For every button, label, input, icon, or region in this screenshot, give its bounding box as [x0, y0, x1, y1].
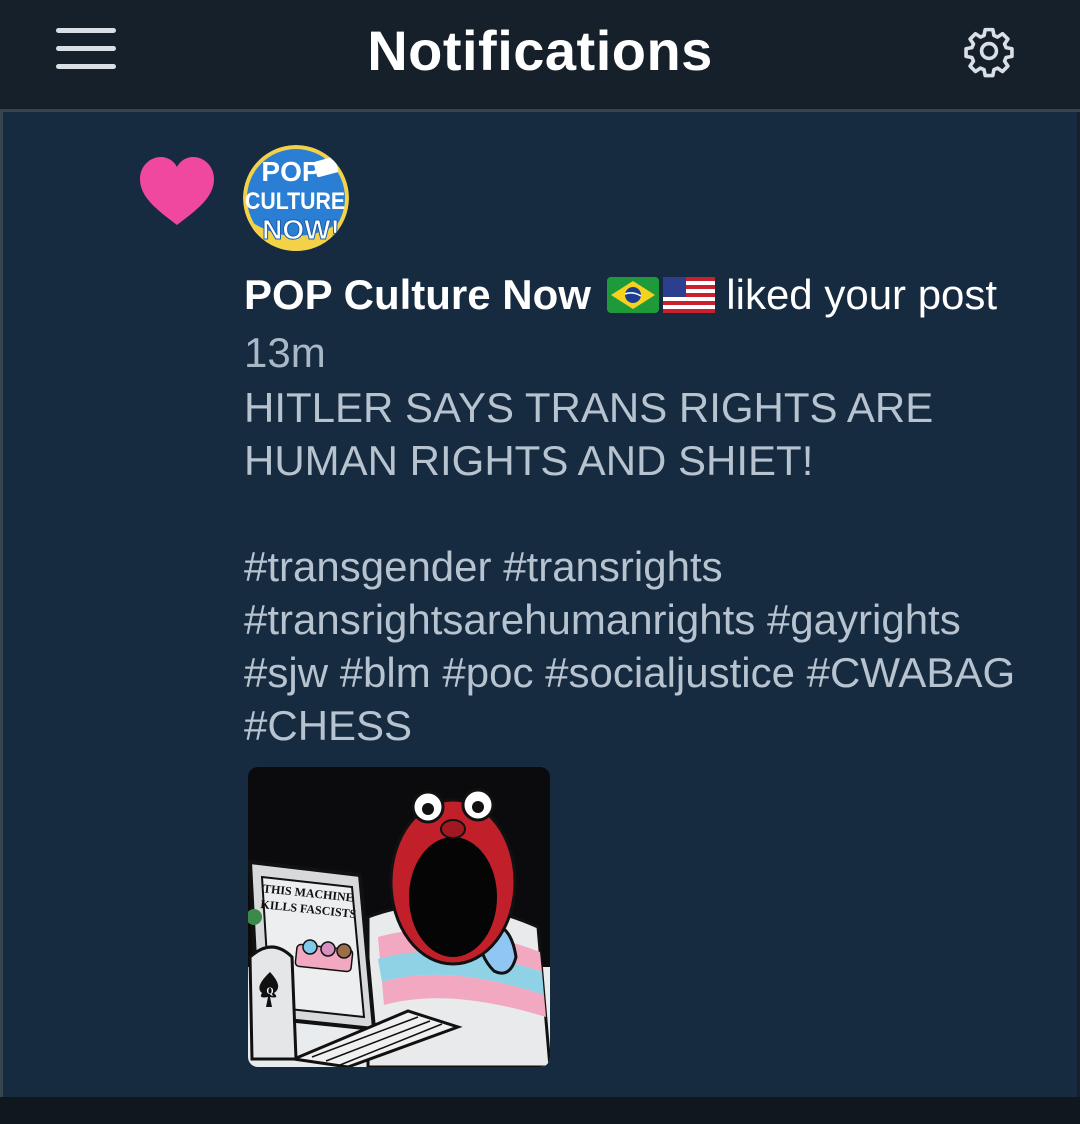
hashtag-transrightsarehumanrights[interactable]: #transrightsarehumanrights: [244, 596, 755, 643]
heart-icon: [138, 155, 216, 227]
hashtag-gayrights[interactable]: #gayrights: [767, 596, 961, 643]
notification-text: POP Culture Now liked your post 13m: [244, 268, 1024, 380]
page-title: Notifications: [367, 19, 713, 82]
avatar-text-culture: CULTURE: [245, 188, 345, 215]
avatar[interactable]: POP CULTURE NOW!: [243, 145, 349, 251]
hashtag-chess[interactable]: #CHESS: [244, 702, 412, 749]
hashtag-cwabag[interactable]: #CWABAG: [807, 649, 1015, 696]
avatar-text-pop: POP: [261, 156, 320, 187]
hashtag-socialjustice[interactable]: #socialjustice: [545, 649, 795, 696]
hashtag-poc[interactable]: #poc: [442, 649, 533, 696]
timestamp: 13m: [244, 329, 326, 376]
notification-action: liked your post: [726, 271, 998, 318]
media-thumbnail[interactable]: THIS MACHINE KILLS FASCISTS Q: [248, 767, 550, 1067]
post-text: HITLER SAYS TRANS RIGHTS ARE HUMAN RIGHT…: [244, 384, 934, 484]
hashtags: #transgender #transrights #transrightsar…: [244, 540, 1024, 752]
app: Notifications POP CULTURE NOW! POP Cultu…: [0, 0, 1080, 1124]
gear-icon[interactable]: [962, 24, 1016, 78]
brazil-flag-icon: [606, 272, 659, 326]
usa-flag-icon: [662, 272, 715, 326]
hashtag-sjw[interactable]: #sjw: [244, 649, 328, 696]
account-name-link[interactable]: POP Culture Now: [244, 271, 591, 318]
hashtag-transrights[interactable]: #transrights: [503, 543, 722, 590]
top-bar: Notifications: [0, 0, 1080, 112]
hashtag-blm[interactable]: #blm: [340, 649, 431, 696]
card-letter: Q: [266, 986, 273, 996]
hashtag-transgender[interactable]: #transgender: [244, 543, 492, 590]
bottom-bar: [0, 1097, 1080, 1124]
